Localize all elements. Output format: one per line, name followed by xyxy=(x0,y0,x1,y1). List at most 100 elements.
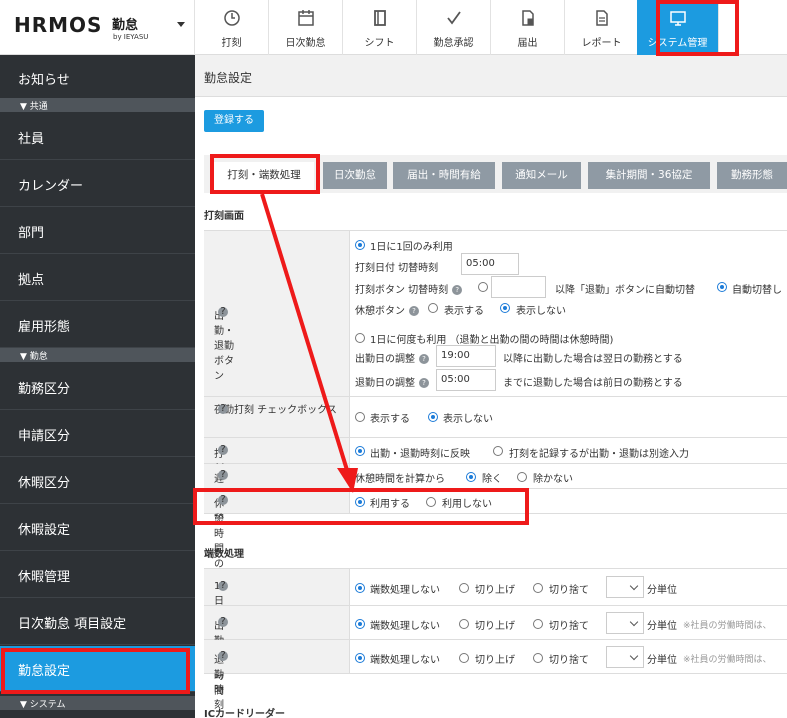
nav-system-admin[interactable]: システム管理 xyxy=(637,0,719,55)
radio-night-hide[interactable] xyxy=(428,412,438,422)
sidebar-item-locations[interactable]: 拠点 xyxy=(0,255,195,301)
help-icon[interactable]: ? xyxy=(419,354,429,364)
radio-night-show[interactable] xyxy=(355,412,365,422)
row-value-cell: 端数処理しない 切り上げ 切り捨て 分単位 xyxy=(350,569,787,605)
tab-notification-mail[interactable]: 通知メール xyxy=(502,162,581,189)
sidebar-item-leave-types[interactable]: 休暇区分 xyxy=(0,458,195,504)
help-icon[interactable]: ? xyxy=(218,404,228,414)
radio-not-exclude[interactable] xyxy=(517,472,527,482)
unit-label: 分単位 xyxy=(647,585,677,596)
radio-round-up[interactable] xyxy=(459,653,469,663)
app-logo[interactable]: HRMOS 勤怠 by IEYASU xyxy=(0,0,195,55)
radio-round-up[interactable] xyxy=(459,583,469,593)
radio-auto-break-use[interactable] xyxy=(355,497,365,507)
sidebar-item-daily-fields[interactable]: 日次勤怠 項目設定 xyxy=(0,599,195,645)
radio-no-rounding[interactable] xyxy=(355,653,365,663)
tab-requests-hourly-leave[interactable]: 届出・時間有給 xyxy=(393,162,495,189)
radio-button-switch[interactable] xyxy=(478,282,488,292)
register-button[interactable]: 登録する xyxy=(204,110,264,132)
radio-multiple-per-day[interactable] xyxy=(355,333,365,343)
sidebar-item-calendar[interactable]: カレンダー xyxy=(0,161,195,207)
sidebar-item-departments[interactable]: 部門 xyxy=(0,208,195,254)
option-round-up: 切り上げ xyxy=(475,655,515,666)
help-icon[interactable]: ? xyxy=(218,581,228,591)
main-nav: 打刻 日次勤怠 シフト 勤怠承認 届出 レポート システム管理 xyxy=(195,0,719,55)
minute-unit-select[interactable] xyxy=(606,612,644,634)
nav-request[interactable]: 届出 xyxy=(491,0,565,55)
section-title-stamp: 打刻画面 xyxy=(204,211,244,222)
help-icon[interactable]: ? xyxy=(218,495,228,505)
nav-stamp[interactable]: 打刻 xyxy=(195,0,269,55)
minute-unit-select[interactable] xyxy=(606,646,644,668)
radio-once-per-day[interactable] xyxy=(355,240,365,250)
radio-no-rounding[interactable] xyxy=(355,583,365,593)
nav-report-label: レポート xyxy=(581,38,622,49)
sidebar-item-work-types[interactable]: 勤務区分 xyxy=(0,364,195,410)
check-icon xyxy=(445,9,463,27)
out-adjust-time-input[interactable]: 05:00 xyxy=(436,369,496,391)
out-adjust-text: 退勤日の調整 xyxy=(355,378,415,389)
table-row: 夜勤打刻 チェックボックス? 表示する 表示しない xyxy=(204,397,787,438)
sidebar-section-common: ▼ 共通 xyxy=(0,98,195,112)
rounding-note: ※社員の労働時間は、 xyxy=(683,655,772,665)
nav-shift[interactable]: シフト xyxy=(343,0,417,55)
option-night-show: 表示する xyxy=(370,414,410,425)
button-switch-time-input[interactable] xyxy=(491,276,546,298)
sidebar-item-notices[interactable]: お知らせ xyxy=(0,55,195,101)
option-no-rounding: 端数処理しない xyxy=(370,655,440,666)
radio-no-rounding[interactable] xyxy=(355,619,365,629)
help-icon[interactable]: ? xyxy=(218,307,228,317)
radio-round-down[interactable] xyxy=(533,653,543,663)
nav-approval[interactable]: 勤怠承認 xyxy=(417,0,491,55)
sidebar-item-attendance-settings[interactable]: 勤怠設定 xyxy=(0,646,195,692)
date-switch-time-input[interactable]: 05:00 xyxy=(461,253,519,275)
nav-report[interactable]: レポート xyxy=(565,0,639,55)
nav-daily[interactable]: 日次勤怠 xyxy=(269,0,343,55)
row-value-cell: 出勤・退勤時刻に反映 打刻を記録するが出勤・退勤は別途入力 xyxy=(350,438,787,463)
radio-reflect-times[interactable] xyxy=(355,446,365,456)
option-round-down: 切り捨て xyxy=(549,621,589,632)
sidebar-item-label: 勤怠設定 xyxy=(18,664,71,679)
sidebar-item-request-types[interactable]: 申請区分 xyxy=(0,411,195,457)
help-icon[interactable]: ? xyxy=(218,445,228,455)
help-icon[interactable]: ? xyxy=(452,285,463,295)
option-record-only: 打刻を記録するが出勤・退勤は別途入力 xyxy=(509,449,689,460)
rounding-settings-table: 1日の総労働時間? 端数処理しない 切り上げ 切り捨て 分単位 出勤時刻? xyxy=(204,568,787,711)
table-row: 退勤時刻? 端数処理しない 切り上げ 切り捨て 分単位 ※社員の労働時間は、 xyxy=(204,640,787,711)
sidebar-item-leave-management[interactable]: 休暇管理 xyxy=(0,552,195,598)
radio-record-only[interactable] xyxy=(493,446,503,456)
tab-daily[interactable]: 日次勤怠 xyxy=(323,162,387,189)
nav-request-label: 届出 xyxy=(517,38,538,49)
tab-work-style[interactable]: 勤務形態 xyxy=(717,162,787,189)
radio-round-down[interactable] xyxy=(533,619,543,629)
sidebar-section-attendance: ▼ 勤怠 xyxy=(0,348,195,362)
radio-break-hide[interactable] xyxy=(500,303,510,313)
option-night-hide: 表示しない xyxy=(443,414,493,425)
help-icon[interactable]: ? xyxy=(218,470,228,480)
radio-auto-break-no[interactable] xyxy=(426,497,436,507)
row-label-cell: 休憩時間の自動追加? xyxy=(204,489,350,630)
radio-exclude[interactable] xyxy=(466,472,476,482)
radio-break-show[interactable] xyxy=(428,303,438,313)
minute-unit-select[interactable] xyxy=(606,576,644,598)
chevron-down-icon[interactable] xyxy=(177,22,185,27)
sidebar-item-employees[interactable]: 社員 xyxy=(0,114,195,160)
in-adjust-after: 以降に出勤した場合は翌日の勤務とする xyxy=(503,354,683,365)
radio-auto-switch[interactable] xyxy=(717,282,727,292)
help-icon[interactable]: ? xyxy=(218,617,228,627)
help-icon[interactable]: ? xyxy=(409,306,419,316)
table-row: 打刻の反映? 出勤・退勤時刻に反映 打刻を記録するが出勤・退勤は別途入力 xyxy=(204,438,787,520)
help-icon[interactable]: ? xyxy=(419,378,429,388)
row-label-text: 出勤・退勤ボタン xyxy=(214,311,234,382)
unit-label: 分単位 xyxy=(647,655,677,666)
help-icon[interactable]: ? xyxy=(218,651,228,661)
sidebar-item-employment-types[interactable]: 雇用形態 xyxy=(0,302,195,348)
row-label-cell: 出勤時刻? xyxy=(204,606,350,677)
option-not-exclude: 除かない xyxy=(533,474,573,485)
radio-round-down[interactable] xyxy=(533,583,543,593)
radio-round-up[interactable] xyxy=(459,619,469,629)
tab-stamp-rounding[interactable]: 打刻・端数処理 xyxy=(214,162,314,193)
tab-aggregation-36[interactable]: 集計期間・36協定 xyxy=(588,162,710,189)
in-adjust-time-input[interactable]: 19:00 xyxy=(436,345,496,367)
sidebar-item-leave-settings[interactable]: 休暇設定 xyxy=(0,505,195,551)
